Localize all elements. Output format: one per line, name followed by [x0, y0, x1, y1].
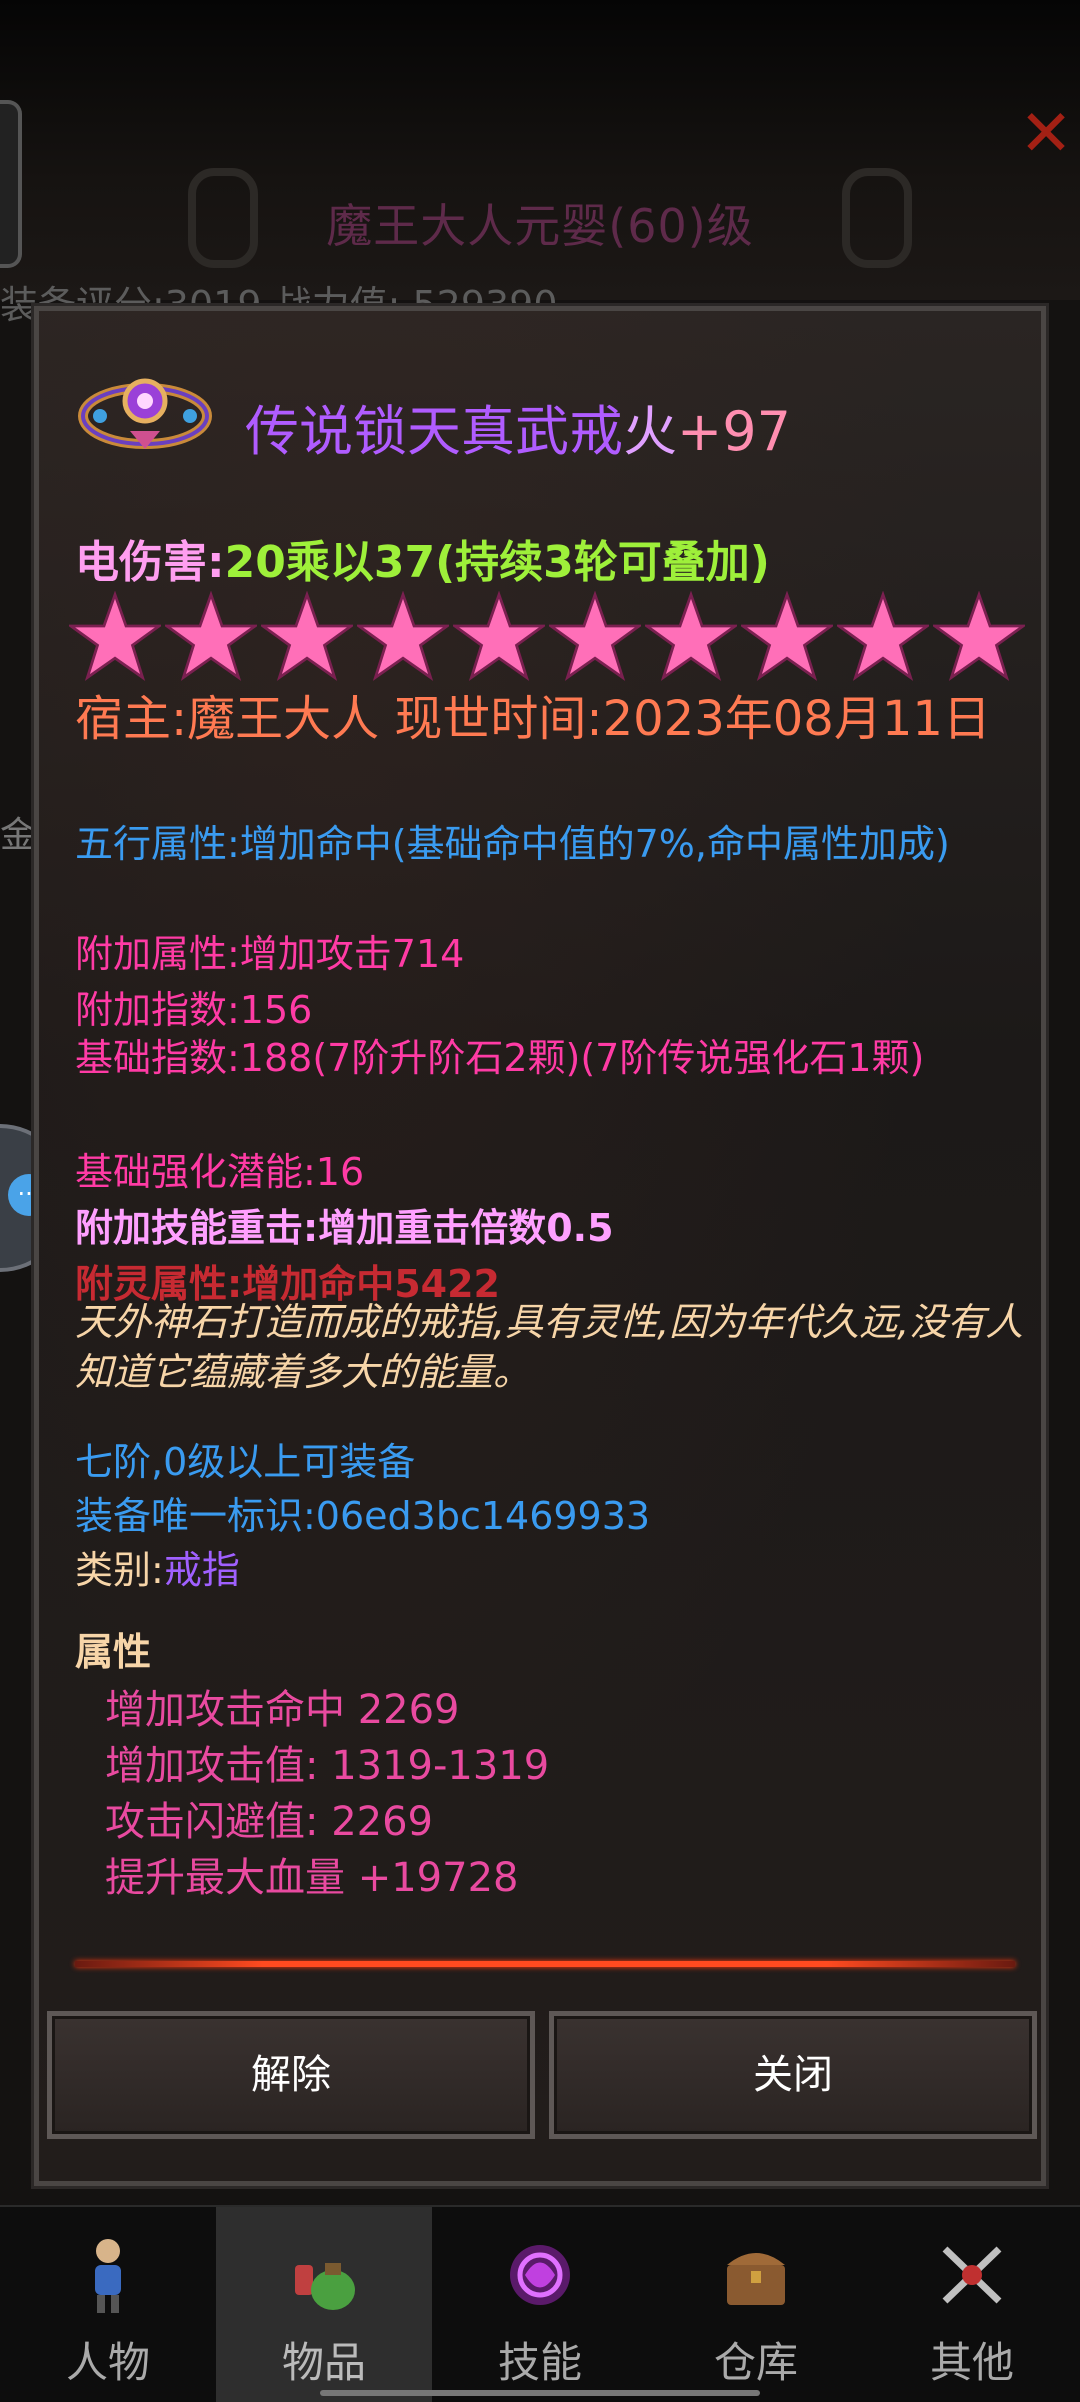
attribute-row: 提升最大血量 +19728 [105, 1855, 519, 1901]
star-icon [741, 591, 833, 681]
divider [75, 1961, 1015, 1967]
category-line: 类别:戒指 [75, 1539, 240, 1594]
item-detail-dialog: 传说锁天真武戒火+97 电伤害:20乘以37(持续3轮可叠加) 宿主:魔王大人 … [31, 303, 1049, 2189]
tab-label: 技能 [497, 2338, 582, 2387]
skill-orb-icon [510, 2245, 570, 2305]
skill-crit: 附加技能重击:增加重击倍数0.5 [75, 1206, 614, 1250]
star-icon [69, 591, 161, 681]
item-name-base: 传说锁天真武戒 [245, 400, 623, 463]
close-button[interactable]: 关闭 [549, 2011, 1037, 2139]
damage-label: 电伤害: [75, 537, 225, 588]
remove-button[interactable]: 解除 [47, 2011, 535, 2139]
star-icon [453, 591, 545, 681]
ring-icon [78, 378, 212, 449]
tab-label: 仓库 [713, 2338, 798, 2387]
tab-skills[interactable]: 技能 [432, 2207, 648, 2402]
category-value: 戒指 [163, 1548, 240, 1592]
extra-index: 附加指数:156 [75, 988, 313, 1032]
star-icon [165, 591, 257, 681]
item-description: 天外神石打造而成的戒指,具有灵性,因为年代久远,没有人知道它蕴藏着多大的能量。 [75, 1300, 1024, 1394]
base-index: 基础指数:188(7阶升阶石2颗)(7阶传说强化石1颗) [75, 1036, 925, 1080]
item-name: 传说锁天真武戒火+97 [245, 387, 791, 466]
equipment-uid: 装备唯一标识:06ed3bc1469933 [75, 1494, 651, 1538]
enhance-potential: 基础强化潜能:16 [75, 1150, 365, 1194]
star-icon [549, 591, 641, 681]
star-icon [261, 591, 353, 681]
tab-character[interactable]: 人物 [0, 2207, 216, 2402]
chest-icon [727, 2253, 785, 2305]
tab-label: 其他 [929, 2338, 1014, 2387]
bottom-nav: 人物 物品 技能 仓库 其他 [0, 2205, 1080, 2402]
attributes-header: 属性 [75, 1630, 152, 1674]
tab-label: 物品 [281, 2338, 366, 2387]
damage-value: 20乘以37(持续3轮可叠加) [224, 537, 770, 588]
tab-other[interactable]: 其他 [864, 2207, 1080, 2402]
damage-line: 电伤害:20乘以37(持续3轮可叠加) [75, 526, 770, 590]
star-rating [69, 591, 1029, 691]
item-name-level: +97 [677, 400, 791, 463]
category-label: 类别: [75, 1548, 164, 1592]
tab-label: 人物 [65, 2338, 150, 2387]
item-name-element: 火 [623, 400, 677, 463]
five-elements-attribute: 五行属性:增加命中(基础命中值的7%,命中属性加成) [75, 822, 950, 866]
star-icon [837, 591, 929, 681]
equip-requirement: 七阶,0级以上可装备 [75, 1440, 416, 1484]
side-label: 金 [0, 815, 37, 856]
star-icon [645, 591, 737, 681]
tab-items[interactable]: 物品 [216, 2207, 432, 2402]
attribute-row: 增加攻击值: 1319-1319 [105, 1743, 550, 1789]
character-icon [95, 2239, 121, 2313]
attribute-row: 攻击闪避值: 2269 [105, 1799, 433, 1845]
star-icon [933, 591, 1025, 681]
crossed-swords-icon [942, 2246, 1002, 2304]
attribute-row: 增加攻击命中 2269 [105, 1687, 460, 1733]
host-info: 宿主:魔王大人 现世时间:2023年08月11日 [75, 691, 991, 747]
potion-bag-icon [295, 2263, 355, 2310]
home-indicator[interactable] [320, 2390, 760, 2396]
character-title: 魔王大人元婴(60)级 [326, 199, 754, 253]
tab-warehouse[interactable]: 仓库 [648, 2207, 864, 2402]
close-icon[interactable]: ✕ [1018, 102, 1074, 166]
extra-attribute: 附加属性:增加攻击714 [75, 932, 465, 976]
star-icon [357, 591, 449, 681]
